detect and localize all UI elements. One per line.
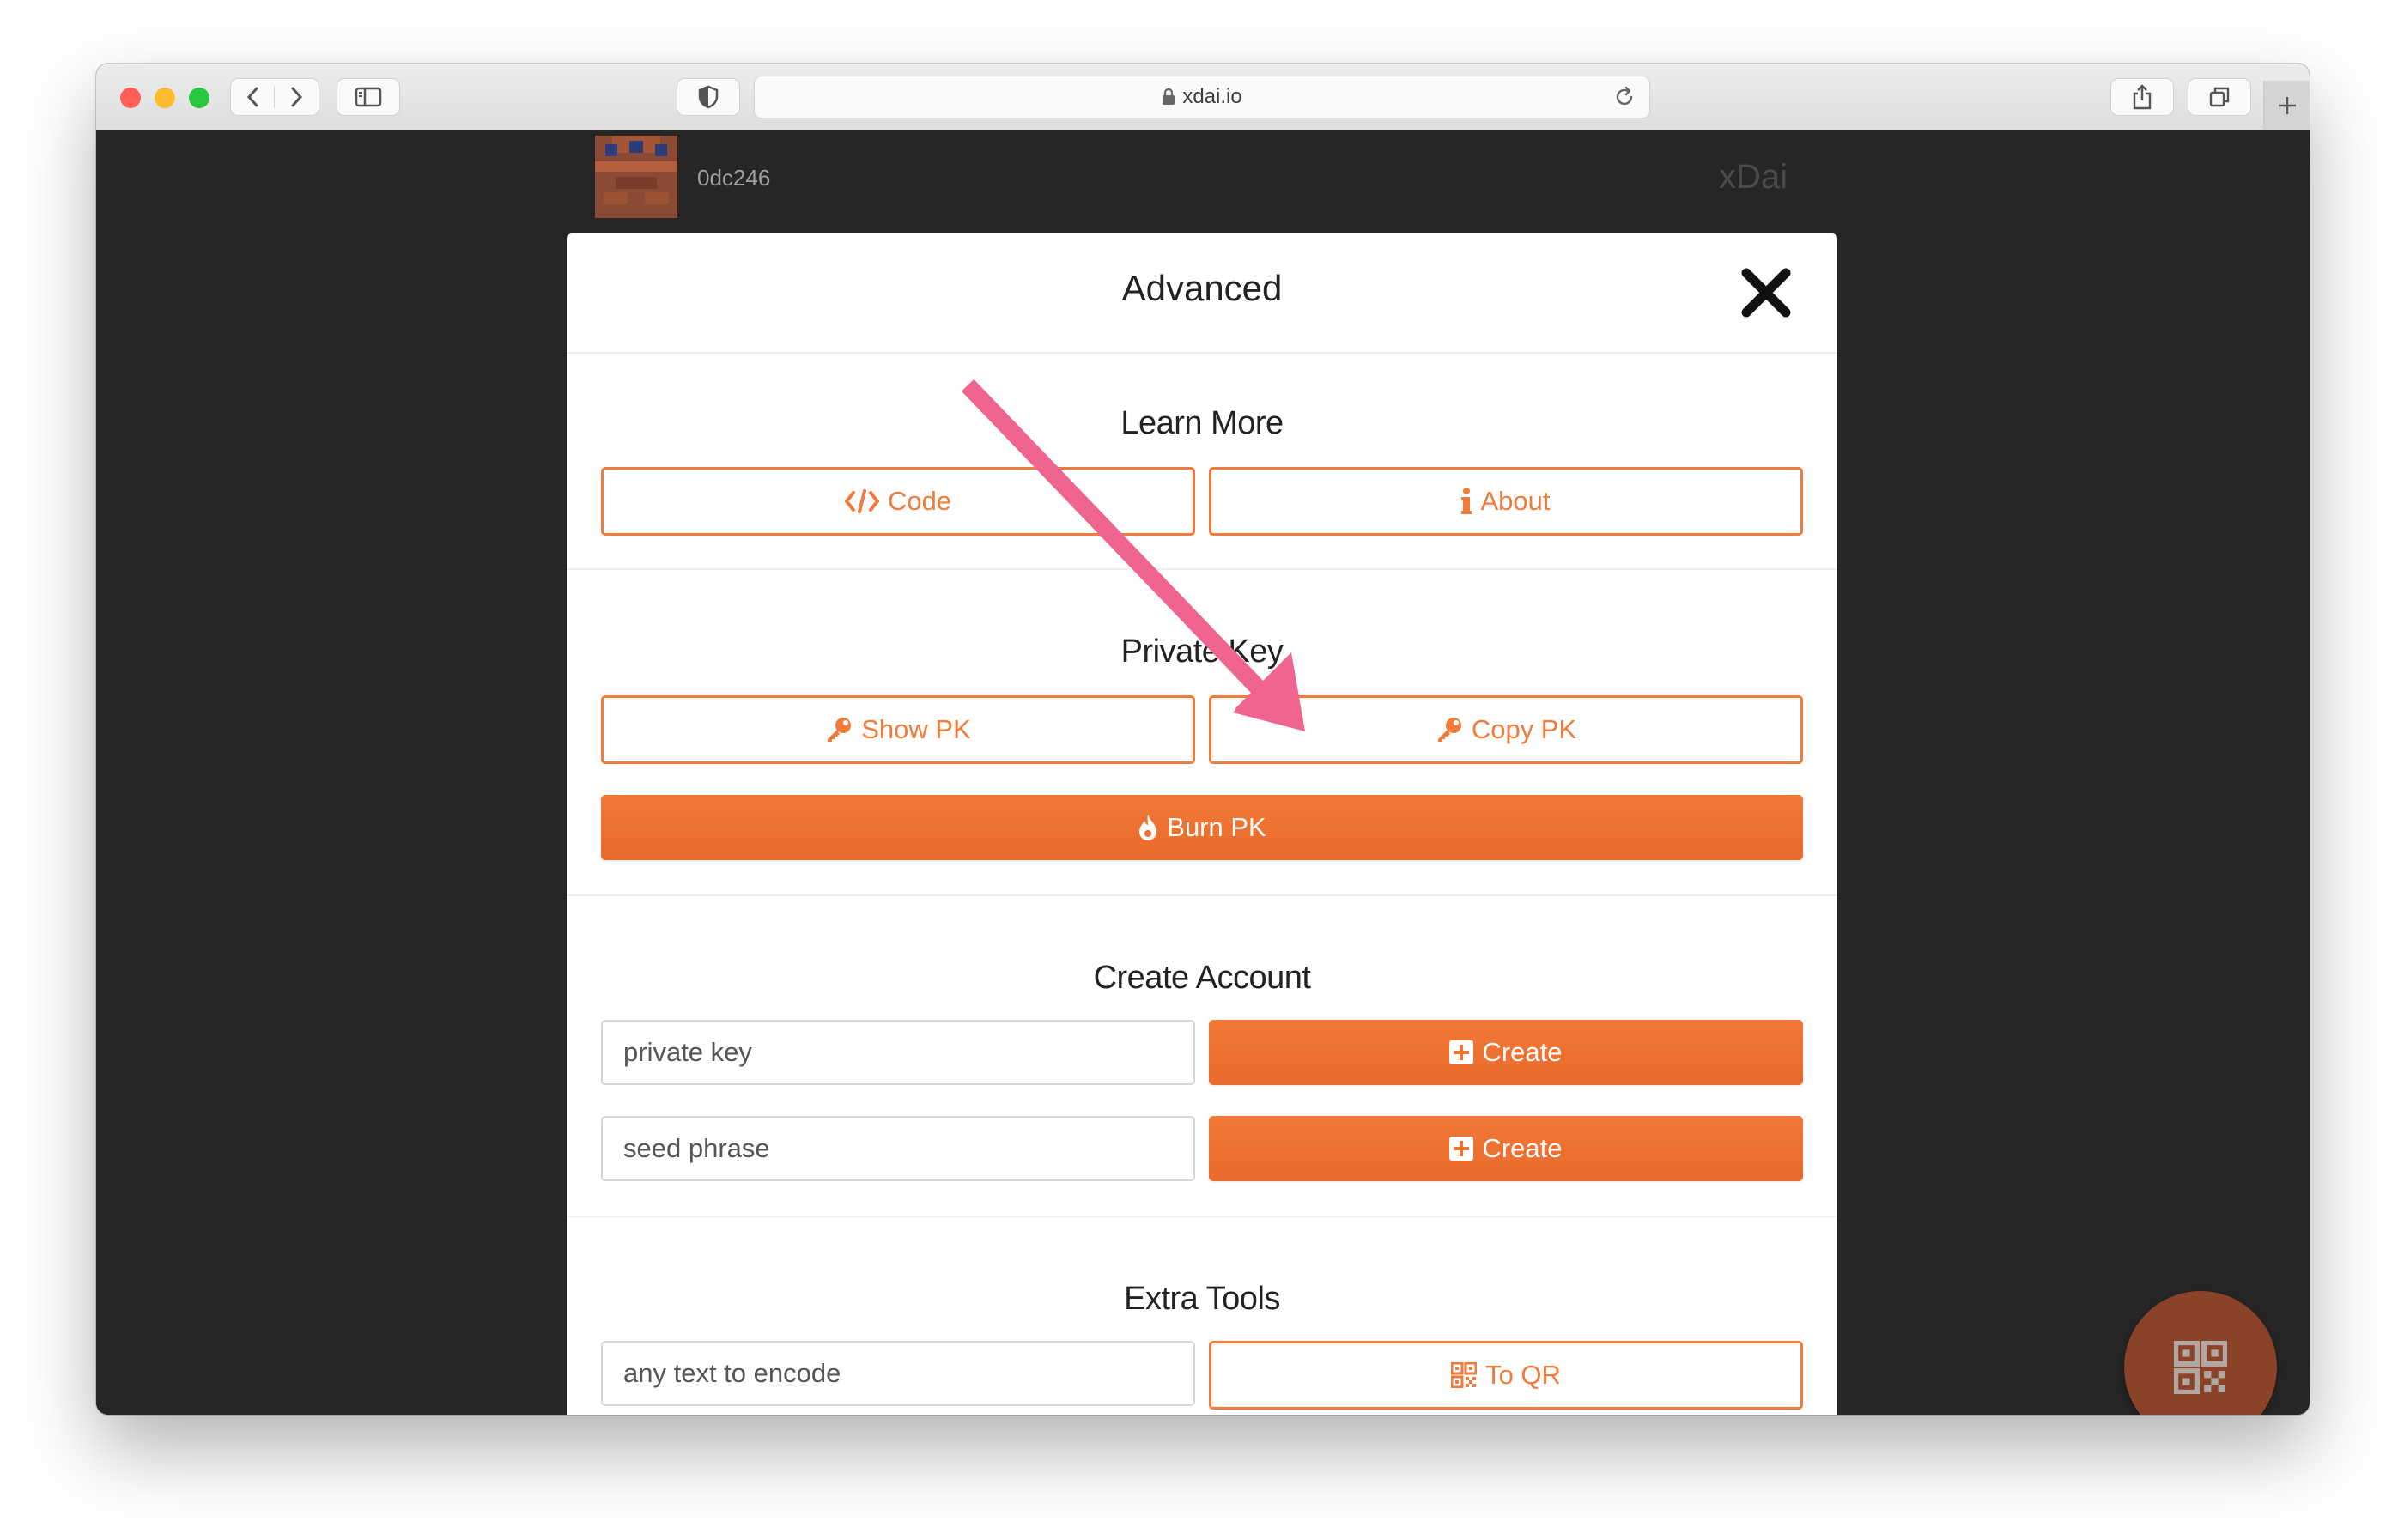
new-tab-button[interactable] (2263, 81, 2310, 130)
share-button[interactable] (2110, 78, 2174, 116)
shield-icon (698, 85, 719, 109)
burn-pk-label: Burn PK (1167, 812, 1266, 842)
privacy-shield-button[interactable] (677, 78, 740, 116)
sidebar-button[interactable] (337, 78, 400, 116)
private-key-input[interactable] (601, 1020, 1195, 1085)
plus-icon (2278, 97, 2296, 114)
section-divider (567, 568, 1837, 570)
chevron-right-icon (291, 87, 303, 107)
create-from-seed-button[interactable]: Create (1209, 1116, 1803, 1181)
extra-tools-title: Extra Tools (1124, 1281, 1280, 1317)
code-button-label: Code (887, 486, 952, 516)
fire-icon (1139, 815, 1157, 840)
create-label: Create (1482, 1037, 1563, 1067)
tabs-icon (2209, 87, 2230, 107)
modal-title: Advanced (1121, 268, 1283, 308)
about-button[interactable]: About (1209, 467, 1803, 536)
chevron-left-icon (246, 87, 258, 107)
plus-square-icon (1449, 1040, 1474, 1064)
browser-toolbar: xdai.io (96, 64, 2310, 130)
create-label: Create (1482, 1133, 1563, 1163)
url-text: xdai.io (1182, 85, 1242, 108)
learn-more-title: Learn More (1120, 405, 1284, 441)
to-qr-label: To QR (1485, 1360, 1561, 1390)
close-window-button[interactable] (120, 88, 141, 108)
show-pk-button[interactable]: Show PK (601, 695, 1195, 764)
zoom-window-button[interactable] (189, 88, 209, 108)
qrcode-icon (1451, 1362, 1478, 1388)
key-icon (1437, 718, 1461, 742)
create-account-title: Create Account (1093, 960, 1311, 996)
page-content: 0dc246 xDai Advanced Learn More Code Abo… (96, 130, 2310, 1415)
to-qr-button[interactable]: To QR (1209, 1341, 1803, 1410)
qrcode-icon (2174, 1341, 2227, 1394)
key-icon (828, 718, 852, 742)
create-from-pk-button[interactable]: Create (1209, 1020, 1803, 1085)
advanced-modal: Advanced Learn More Code About Private K… (567, 233, 1837, 1415)
private-key-title: Private Key (1120, 634, 1284, 670)
sidebar-icon (355, 87, 382, 107)
account-address: 0dc246 (697, 165, 771, 191)
code-button[interactable]: Code (601, 467, 1195, 536)
text-to-encode-input[interactable] (601, 1341, 1195, 1406)
section-divider (567, 1216, 1837, 1217)
avatar[interactable] (595, 136, 677, 218)
address-bar[interactable]: xdai.io (754, 76, 1650, 118)
back-button[interactable] (232, 86, 275, 108)
qr-scan-button[interactable] (2124, 1291, 2277, 1415)
copy-pk-button[interactable]: Copy PK (1209, 695, 1803, 764)
modal-header: Advanced (567, 233, 1837, 354)
burn-pk-button[interactable]: Burn PK (601, 795, 1803, 860)
reload-icon[interactable] (1613, 86, 1636, 108)
code-icon (844, 489, 879, 513)
lock-icon (1163, 88, 1175, 105)
forward-button[interactable] (275, 86, 318, 108)
plus-square-icon (1449, 1137, 1474, 1161)
section-divider (567, 894, 1837, 896)
about-button-label: About (1480, 486, 1551, 516)
info-icon (1461, 488, 1472, 514)
seed-phrase-input[interactable] (601, 1116, 1195, 1181)
minimize-window-button[interactable] (155, 88, 175, 108)
share-icon (2133, 84, 2152, 110)
back-forward-buttons (230, 78, 319, 116)
show-pk-label: Show PK (861, 714, 971, 744)
copy-pk-label: Copy PK (1471, 714, 1577, 744)
close-icon[interactable] (1739, 266, 1793, 319)
network-name: xDai (1719, 158, 1788, 196)
tabs-overview-button[interactable] (2188, 78, 2251, 116)
browser-window: xdai.io 0dc246 xDai Advanced Learn More … (96, 64, 2310, 1415)
